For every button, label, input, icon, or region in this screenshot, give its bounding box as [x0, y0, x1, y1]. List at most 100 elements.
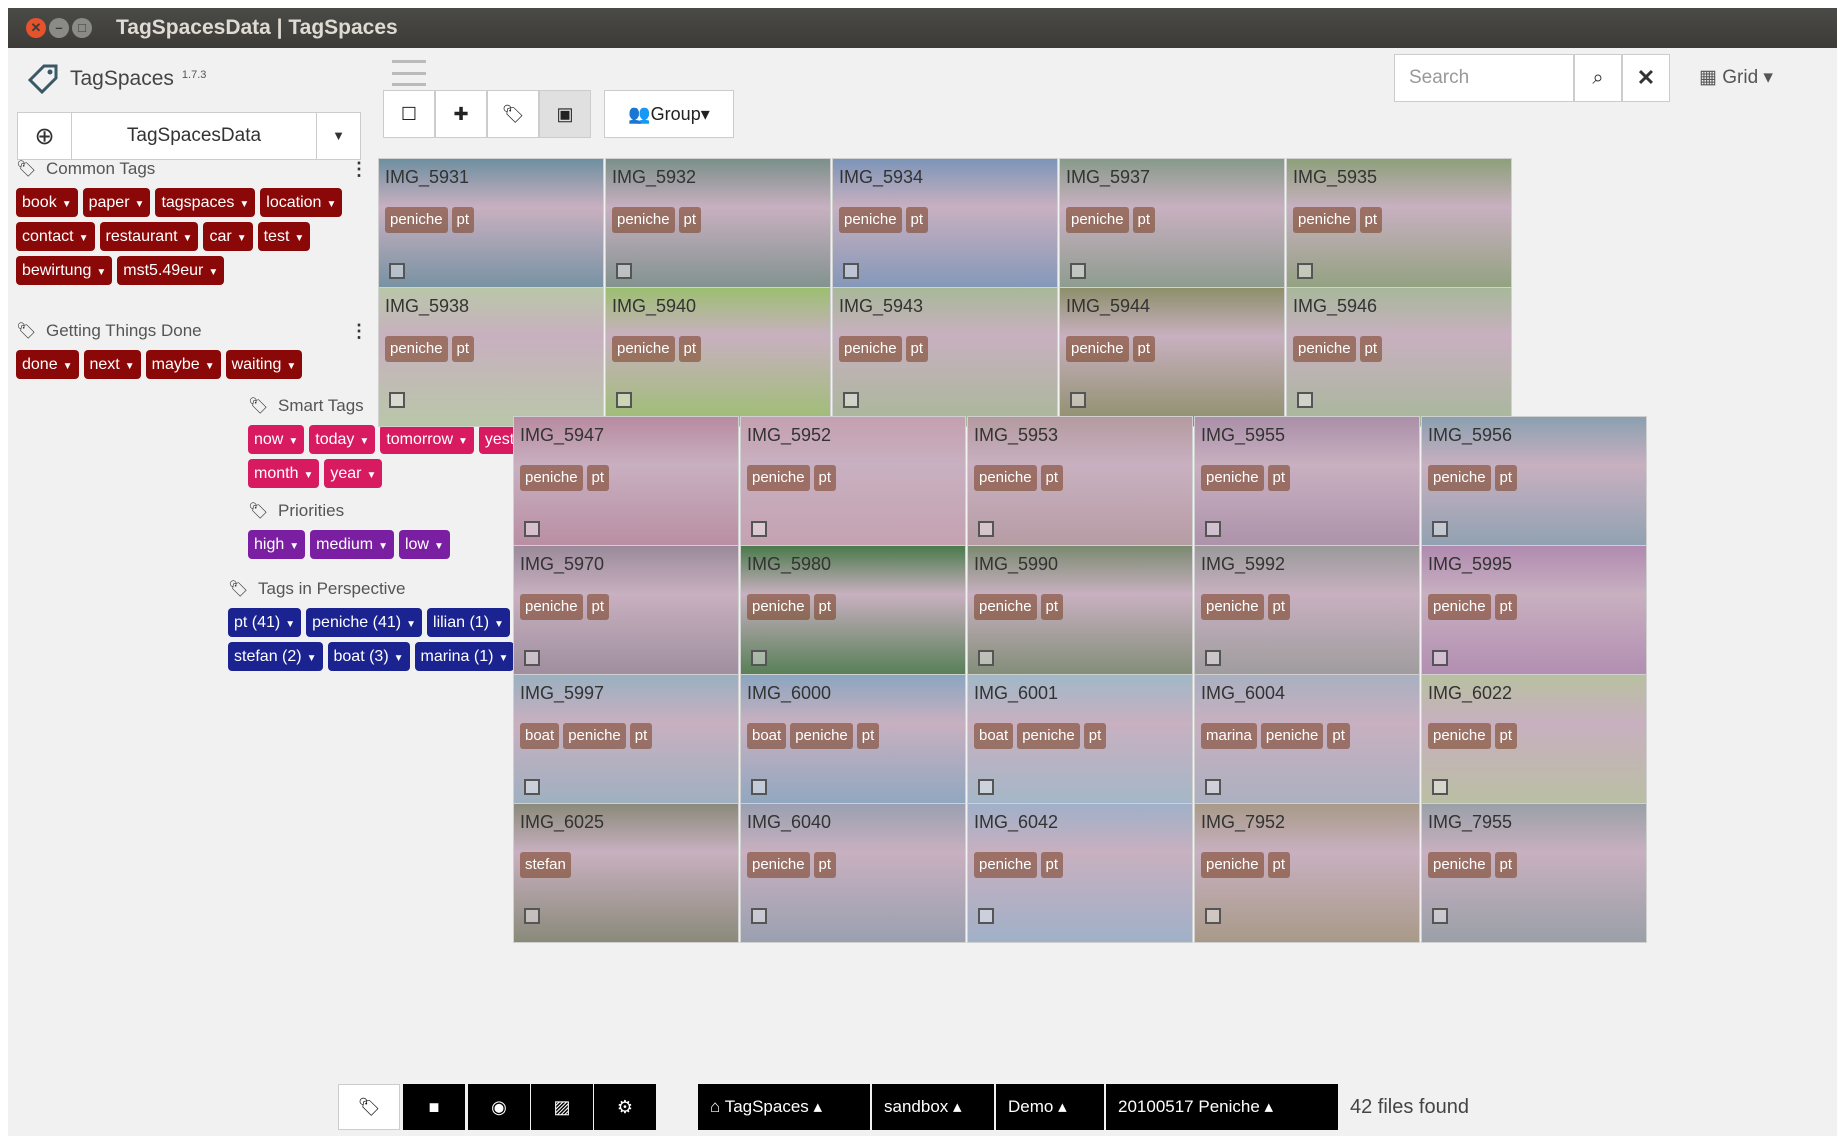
file-tile[interactable]: IMG_5944 peniche pt	[1059, 287, 1285, 427]
file-tag[interactable]: pt	[813, 852, 837, 878]
search-button[interactable]: ⌕	[1574, 54, 1622, 102]
tag-chip[interactable]: high ▼	[248, 530, 306, 559]
file-tile[interactable]: IMG_5946 peniche pt	[1286, 287, 1512, 427]
file-select-checkbox[interactable]	[1205, 908, 1221, 924]
tag-group-title[interactable]: Getting Things Done	[46, 321, 202, 341]
file-select-checkbox[interactable]	[1205, 650, 1221, 666]
file-tag[interactable]: peniche	[1201, 852, 1264, 878]
file-select-checkbox[interactable]	[1432, 908, 1448, 924]
tag-chip[interactable]: paper ▼	[82, 188, 151, 217]
file-tile[interactable]: IMG_6001 boat peniche pt	[967, 674, 1193, 814]
file-tile[interactable]: IMG_6022 peniche pt	[1421, 674, 1647, 814]
file-tile[interactable]: IMG_5955 peniche pt	[1194, 416, 1420, 556]
file-tag[interactable]: pt	[1494, 852, 1518, 878]
file-name[interactable]: IMG_6022	[1428, 683, 1512, 704]
file-tag[interactable]: peniche	[1201, 594, 1264, 620]
file-tag[interactable]: pt	[678, 207, 702, 233]
more-icon[interactable]: ⋮	[350, 321, 368, 342]
file-tag[interactable]: boat	[974, 723, 1014, 749]
file-select-checkbox[interactable]	[843, 263, 859, 279]
tag-group-title[interactable]: Common Tags	[46, 159, 155, 179]
chevron-down-icon[interactable]: ▼	[125, 361, 135, 372]
file-name[interactable]: IMG_5952	[747, 425, 831, 446]
file-tile[interactable]: IMG_6040 peniche pt	[740, 803, 966, 943]
file-tag[interactable]: pt	[1494, 594, 1518, 620]
chevron-down-icon[interactable]: ▼	[135, 199, 145, 210]
file-tag[interactable]: peniche	[790, 723, 853, 749]
file-tag[interactable]: pt	[451, 207, 475, 233]
file-select-checkbox[interactable]	[1205, 779, 1221, 795]
chevron-down-icon[interactable]: ▼	[237, 233, 247, 244]
file-tag[interactable]: peniche	[1293, 207, 1356, 233]
file-name[interactable]: IMG_5970	[520, 554, 604, 575]
tag-chip[interactable]: now ▼	[248, 425, 305, 454]
file-name[interactable]: IMG_6025	[520, 812, 604, 833]
file-tile[interactable]: IMG_5956 peniche pt	[1421, 416, 1647, 556]
file-tile[interactable]: IMG_5990 peniche pt	[967, 545, 1193, 685]
file-tile[interactable]: IMG_5970 peniche pt	[513, 545, 739, 685]
perspective-folder-icon[interactable]: ■	[403, 1084, 465, 1130]
clear-search-button[interactable]: ✕	[1622, 54, 1670, 102]
chevron-down-icon[interactable]: ▼	[63, 361, 73, 372]
location-selector[interactable]: ⊕ TagSpacesData ▼	[17, 112, 361, 160]
file-name[interactable]: IMG_5992	[1201, 554, 1285, 575]
file-tag[interactable]: pt	[1267, 465, 1291, 491]
file-tag[interactable]: peniche	[1428, 852, 1491, 878]
file-name[interactable]: IMG_5990	[974, 554, 1058, 575]
file-select-checkbox[interactable]	[524, 908, 540, 924]
file-name[interactable]: IMG_6042	[974, 812, 1058, 833]
chevron-down-icon[interactable]: ▼	[286, 361, 296, 372]
file-name[interactable]: IMG_5938	[385, 296, 469, 317]
chevron-down-icon[interactable]: ▼	[307, 653, 317, 664]
file-tag[interactable]: pt	[905, 336, 929, 362]
chevron-down-icon[interactable]: ▼	[285, 619, 295, 630]
file-select-checkbox[interactable]	[751, 521, 767, 537]
file-name[interactable]: IMG_5956	[1428, 425, 1512, 446]
file-name[interactable]: IMG_6040	[747, 812, 831, 833]
chevron-down-icon[interactable]: ▼	[79, 233, 89, 244]
file-tag[interactable]: peniche	[520, 465, 583, 491]
file-name[interactable]: IMG_5931	[385, 167, 469, 188]
file-tag[interactable]: pt	[813, 594, 837, 620]
file-tile[interactable]: IMG_5934 peniche pt	[832, 158, 1058, 298]
file-tag[interactable]: pt	[1132, 207, 1156, 233]
chevron-down-icon[interactable]: ▼	[294, 233, 304, 244]
file-select-checkbox[interactable]	[1432, 521, 1448, 537]
file-select-checkbox[interactable]	[1205, 521, 1221, 537]
perspective-tag-icon[interactable]: 🏷	[338, 1084, 400, 1130]
file-tag[interactable]: pt	[1083, 723, 1107, 749]
more-icon[interactable]: ⋮	[350, 159, 368, 180]
chevron-down-icon[interactable]: ▼	[239, 199, 249, 210]
file-tile[interactable]: IMG_5932 peniche pt	[605, 158, 831, 298]
file-tag[interactable]: peniche	[974, 465, 1037, 491]
file-tag[interactable]: peniche	[1260, 723, 1324, 749]
file-tile[interactable]: IMG_6000 boat peniche pt	[740, 674, 966, 814]
file-tag[interactable]: pt	[1040, 465, 1064, 491]
tag-chip[interactable]: mst5.49eur ▼	[117, 256, 225, 285]
file-name[interactable]: IMG_6004	[1201, 683, 1285, 704]
file-tile[interactable]: IMG_5937 peniche pt	[1059, 158, 1285, 298]
file-tile[interactable]: IMG_7955 peniche pt	[1421, 803, 1647, 943]
tag-chip[interactable]: today ▼	[309, 425, 376, 454]
tag-chip[interactable]: test ▼	[257, 222, 311, 251]
file-tag[interactable]: peniche	[839, 207, 902, 233]
file-tile[interactable]: IMG_5997 boat peniche pt	[513, 674, 739, 814]
file-tag[interactable]: pt	[905, 207, 929, 233]
file-tile[interactable]: IMG_5938 peniche pt	[378, 287, 604, 427]
file-tag[interactable]: peniche	[1017, 723, 1080, 749]
chevron-down-icon[interactable]: ▼	[62, 199, 72, 210]
tag-chip[interactable]: year ▼	[324, 459, 383, 488]
file-tag[interactable]: peniche	[1428, 723, 1491, 749]
chevron-down-icon[interactable]: ▼	[289, 541, 299, 552]
file-select-checkbox[interactable]	[1297, 392, 1313, 408]
file-tag[interactable]: pt	[629, 723, 653, 749]
file-tile[interactable]: IMG_6042 peniche pt	[967, 803, 1193, 943]
chevron-down-icon[interactable]: ▼	[183, 233, 193, 244]
tag-chip[interactable]: done ▼	[16, 350, 79, 379]
file-tag[interactable]: pt	[451, 336, 475, 362]
file-select-checkbox[interactable]	[751, 779, 767, 795]
file-tag[interactable]: peniche	[1293, 336, 1356, 362]
file-name[interactable]: IMG_5935	[1293, 167, 1377, 188]
chevron-down-icon[interactable]: ▼	[96, 267, 106, 278]
file-name[interactable]: IMG_5955	[1201, 425, 1285, 446]
